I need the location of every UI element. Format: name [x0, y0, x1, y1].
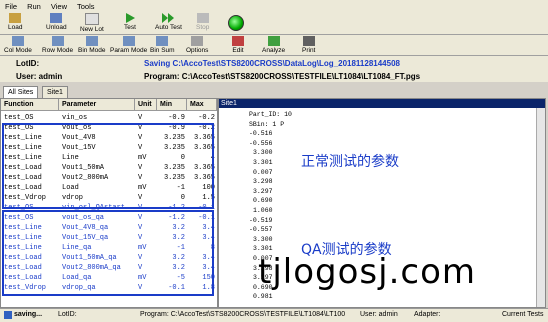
- col-min[interactable]: Min: [157, 99, 187, 111]
- site-value-line: 0.007: [253, 168, 273, 176]
- normal-params-box: [2, 123, 214, 209]
- status-current-tests: Current Tests: [502, 311, 544, 318]
- site-value-line: -0.519: [249, 216, 273, 224]
- param-mode-button[interactable]: Param Mode: [110, 36, 147, 54]
- saving-path: Saving C:\AccoTest\STS8200CROSS\DataLog\…: [144, 59, 400, 68]
- cell-function: test_OS: [4, 114, 34, 122]
- site-value-line: SBin: 1 P: [249, 120, 285, 128]
- menu-bar: File Run View Tools: [0, 0, 548, 12]
- test-button[interactable]: Test: [124, 13, 136, 31]
- site-header: Site1: [219, 99, 545, 108]
- bin-mode-icon: [85, 36, 98, 46]
- edit-button[interactable]: Edit: [232, 36, 244, 54]
- auto-test-button[interactable]: Auto Test: [155, 13, 182, 31]
- bin-mode-button[interactable]: Bin Mode: [78, 36, 105, 54]
- site-tabs: All Sites Site1: [0, 84, 548, 98]
- site-value-line: 0.690: [253, 197, 273, 205]
- load-button[interactable]: Load: [8, 13, 22, 31]
- site-value-line: 1.060: [253, 207, 273, 214]
- col-max[interactable]: Max: [187, 99, 217, 111]
- auto-play-icon: [162, 13, 175, 23]
- col-parameter[interactable]: Parameter: [59, 99, 135, 111]
- lotid-label: LotID:: [16, 59, 40, 68]
- tab-all-sites[interactable]: All Sites: [3, 86, 39, 98]
- watermark-text: tjlogosj.com: [258, 252, 476, 292]
- site-value-line: 3.300: [253, 149, 273, 157]
- analyze-button[interactable]: Analyze: [262, 36, 285, 54]
- analyze-icon: [267, 36, 280, 46]
- print-button[interactable]: Print: [302, 36, 315, 54]
- cell-max: -0.2: [198, 114, 215, 122]
- user-label: User: admin: [16, 72, 63, 81]
- play-icon: [124, 13, 136, 23]
- col-mode-button[interactable]: Col Mode: [4, 36, 32, 54]
- col-function[interactable]: Function: [1, 99, 59, 111]
- site-value-line: 3.300: [253, 235, 273, 243]
- info-bar: LotID: Saving C:\AccoTest\STS8200CROSS\D…: [0, 56, 548, 82]
- status-program: Program: C:\AccoTest\STS8200CROSS\TESTFI…: [140, 311, 346, 318]
- site-value-line: -0.516: [249, 130, 273, 138]
- menu-tools[interactable]: Tools: [72, 2, 100, 11]
- param-mode-icon: [122, 36, 135, 46]
- parameter-table: Function Parameter Unit Min Max test_OS v…: [0, 98, 218, 308]
- status-user: User: admin: [360, 311, 398, 318]
- bin-sum-icon: [156, 36, 169, 46]
- menu-run[interactable]: Run: [22, 2, 46, 11]
- cell-unit: V: [138, 114, 143, 122]
- status-lotid: LotID:: [58, 311, 77, 318]
- options-button[interactable]: Options: [186, 36, 208, 54]
- menu-file[interactable]: File: [0, 2, 22, 11]
- status-light-icon: [228, 15, 244, 31]
- main-toolbar: Load Unload New Lot Test Auto Test Stop: [0, 12, 548, 35]
- stop-button[interactable]: Stop: [196, 13, 209, 31]
- edit-icon: [232, 36, 244, 46]
- qa-params-box: [2, 210, 214, 296]
- tab-site1[interactable]: Site1: [42, 86, 68, 98]
- stop-icon: [196, 13, 209, 23]
- row-mode-icon: [51, 36, 64, 46]
- options-icon: [191, 36, 204, 46]
- status-bar: saving... LotID: Program: C:\AccoTest\ST…: [0, 308, 548, 322]
- site-value-line: -0.556: [249, 139, 273, 147]
- saving-status-icon: [4, 311, 12, 321]
- unload-icon: [50, 13, 63, 23]
- col-unit[interactable]: Unit: [135, 99, 157, 111]
- vertical-scrollbar[interactable]: [536, 108, 545, 307]
- table-row[interactable]: test_OS vin_os V -0.9 -0.2: [1, 113, 217, 123]
- site-value-line: Part_ID: 10: [249, 111, 292, 118]
- new-lot-icon: [84, 13, 99, 25]
- load-icon: [9, 13, 22, 23]
- cell-min: -0.9: [168, 114, 185, 122]
- normal-params-note: 正常测试的参数: [301, 154, 399, 170]
- site-value-line: -0.557: [249, 226, 273, 234]
- row-mode-button[interactable]: Row Mode: [42, 36, 73, 54]
- program-path: Program: C:\AccoTest\STS8200CROSS\TESTFI…: [144, 72, 421, 81]
- site-value-line: 3.298: [253, 178, 273, 186]
- new-lot-button[interactable]: New Lot: [80, 13, 104, 33]
- site-value-line: 3.297: [253, 187, 273, 195]
- site-value-line: 0.981: [253, 293, 273, 301]
- print-icon: [302, 36, 315, 46]
- bin-sum-button[interactable]: Bin Sum: [150, 36, 175, 54]
- cell-parameter: vin_os: [62, 114, 88, 122]
- unload-button[interactable]: Unload: [46, 13, 67, 31]
- status-adapter: Adapter:: [414, 311, 441, 318]
- status-saving: saving...: [14, 311, 43, 318]
- col-mode-icon: [11, 36, 24, 46]
- site-value-line: 3.301: [253, 159, 273, 166]
- view-toolbar: Col Mode Row Mode Bin Mode Param Mode Bi…: [0, 35, 548, 56]
- menu-view[interactable]: View: [46, 2, 72, 11]
